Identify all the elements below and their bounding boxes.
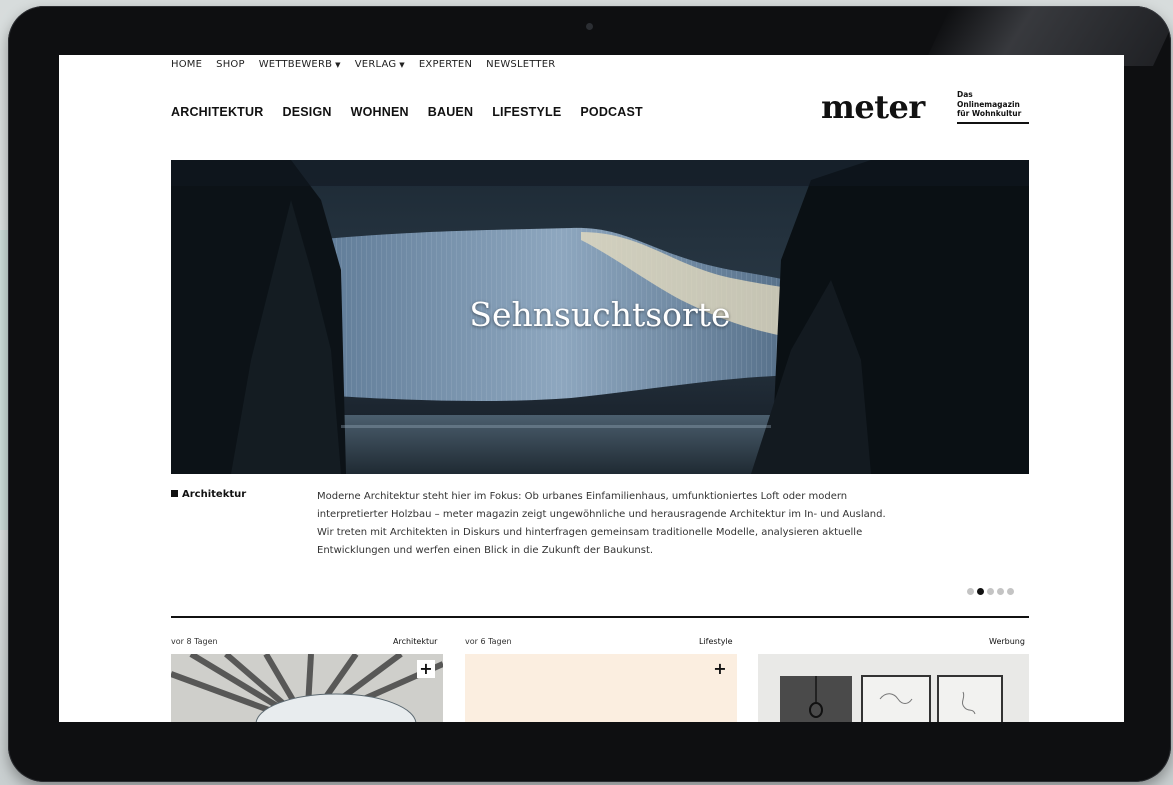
- top-nav-wettbewerb[interactable]: WETTBEWERB ▼: [259, 59, 341, 75]
- square-bullet-icon: [171, 490, 178, 497]
- site-tagline: Das Onlinemagazin für Wohnkultur: [957, 90, 1029, 124]
- main-nav-lifestyle[interactable]: LIFESTYLE: [492, 105, 561, 119]
- carousel-dot[interactable]: [1007, 588, 1014, 595]
- browser-screen: HOME SHOP WETTBEWERB ▼ VERLAG ▼ EXPERTEN N…: [59, 55, 1124, 722]
- main-nav-podcast[interactable]: PODCAST: [580, 105, 643, 119]
- expand-plus-icon[interactable]: +: [417, 660, 435, 678]
- main-nav-architektur[interactable]: ARCHITEKTUR: [171, 105, 263, 119]
- interior-ad-photo: [758, 654, 1029, 722]
- carousel-dot[interactable]: [997, 588, 1004, 595]
- feature-category[interactable]: Architektur: [171, 489, 246, 500]
- top-nav-verlag[interactable]: VERLAG ▼: [355, 59, 405, 75]
- expand-plus-icon[interactable]: +: [711, 660, 729, 678]
- carousel-dot[interactable]: [967, 588, 974, 595]
- carousel-dots: [967, 588, 1014, 595]
- main-nav-design[interactable]: DESIGN: [282, 105, 331, 119]
- top-nav-experten[interactable]: EXPERTEN: [419, 59, 472, 75]
- ad-card-image[interactable]: [758, 654, 1029, 722]
- section-divider: [171, 616, 1029, 618]
- main-nav-wohnen[interactable]: WOHNEN: [351, 105, 409, 119]
- card-2-category[interactable]: Lifestyle: [699, 637, 733, 646]
- card-2-age: vor 6 Tagen: [465, 637, 512, 646]
- top-nav-newsletter[interactable]: NEWSLETTER: [486, 59, 555, 75]
- atrium-photo: [171, 654, 443, 722]
- hero-title: Sehnsuchtsorte: [469, 295, 731, 334]
- chevron-down-icon: ▼: [335, 61, 341, 69]
- top-nav-shop[interactable]: SHOP: [216, 59, 245, 75]
- top-nav-home[interactable]: HOME: [171, 59, 202, 75]
- card-1-category[interactable]: Architektur: [393, 637, 437, 646]
- front-camera: [586, 23, 593, 30]
- card-3-category: Werbung: [989, 637, 1025, 646]
- hero-slide[interactable]: Sehnsuchtsorte: [171, 160, 1029, 474]
- card-1-age: vor 8 Tagen: [171, 637, 218, 646]
- card-1-image[interactable]: +: [171, 654, 443, 722]
- top-nav: HOME SHOP WETTBEWERB ▼ VERLAG ▼ EXPERTEN N…: [171, 59, 1029, 75]
- main-nav-bauen[interactable]: BAUEN: [428, 105, 473, 119]
- feature-description: Moderne Architektur steht hier im Fokus:…: [317, 491, 886, 556]
- site-logo[interactable]: meter: [821, 88, 925, 126]
- tablet-device: HOME SHOP WETTBEWERB ▼ VERLAG ▼ EXPERTEN N…: [8, 6, 1171, 782]
- chevron-down-icon: ▼: [399, 61, 405, 69]
- card-2-image[interactable]: +: [465, 654, 737, 722]
- carousel-dot-active[interactable]: [977, 588, 984, 595]
- carousel-dot[interactable]: [987, 588, 994, 595]
